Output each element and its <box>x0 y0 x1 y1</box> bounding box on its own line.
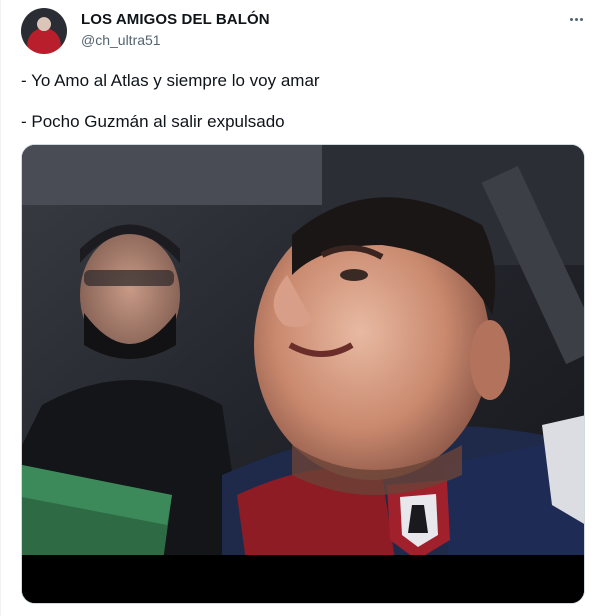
dot-icon <box>569 17 573 21</box>
tweet-card[interactable]: LOS AMIGOS DEL BALÓN @ch_ultra51 - Yo Am… <box>0 0 594 616</box>
tweet-media[interactable] <box>21 144 585 604</box>
author-handle[interactable]: @ch_ultra51 <box>81 32 161 48</box>
profile-avatar[interactable] <box>21 8 67 54</box>
dot-icon <box>574 17 578 21</box>
more-horizontal-icon[interactable] <box>563 8 589 30</box>
author-display-name[interactable]: LOS AMIGOS DEL BALÓN <box>81 11 270 28</box>
tweet-text-line: - Yo Amo al Atlas y siempre lo voy amar <box>21 71 320 90</box>
dot-icon <box>579 17 583 21</box>
tweet-text-line: - Pocho Guzmán al salir expulsado <box>21 112 285 131</box>
video-frame[interactable] <box>22 145 584 603</box>
